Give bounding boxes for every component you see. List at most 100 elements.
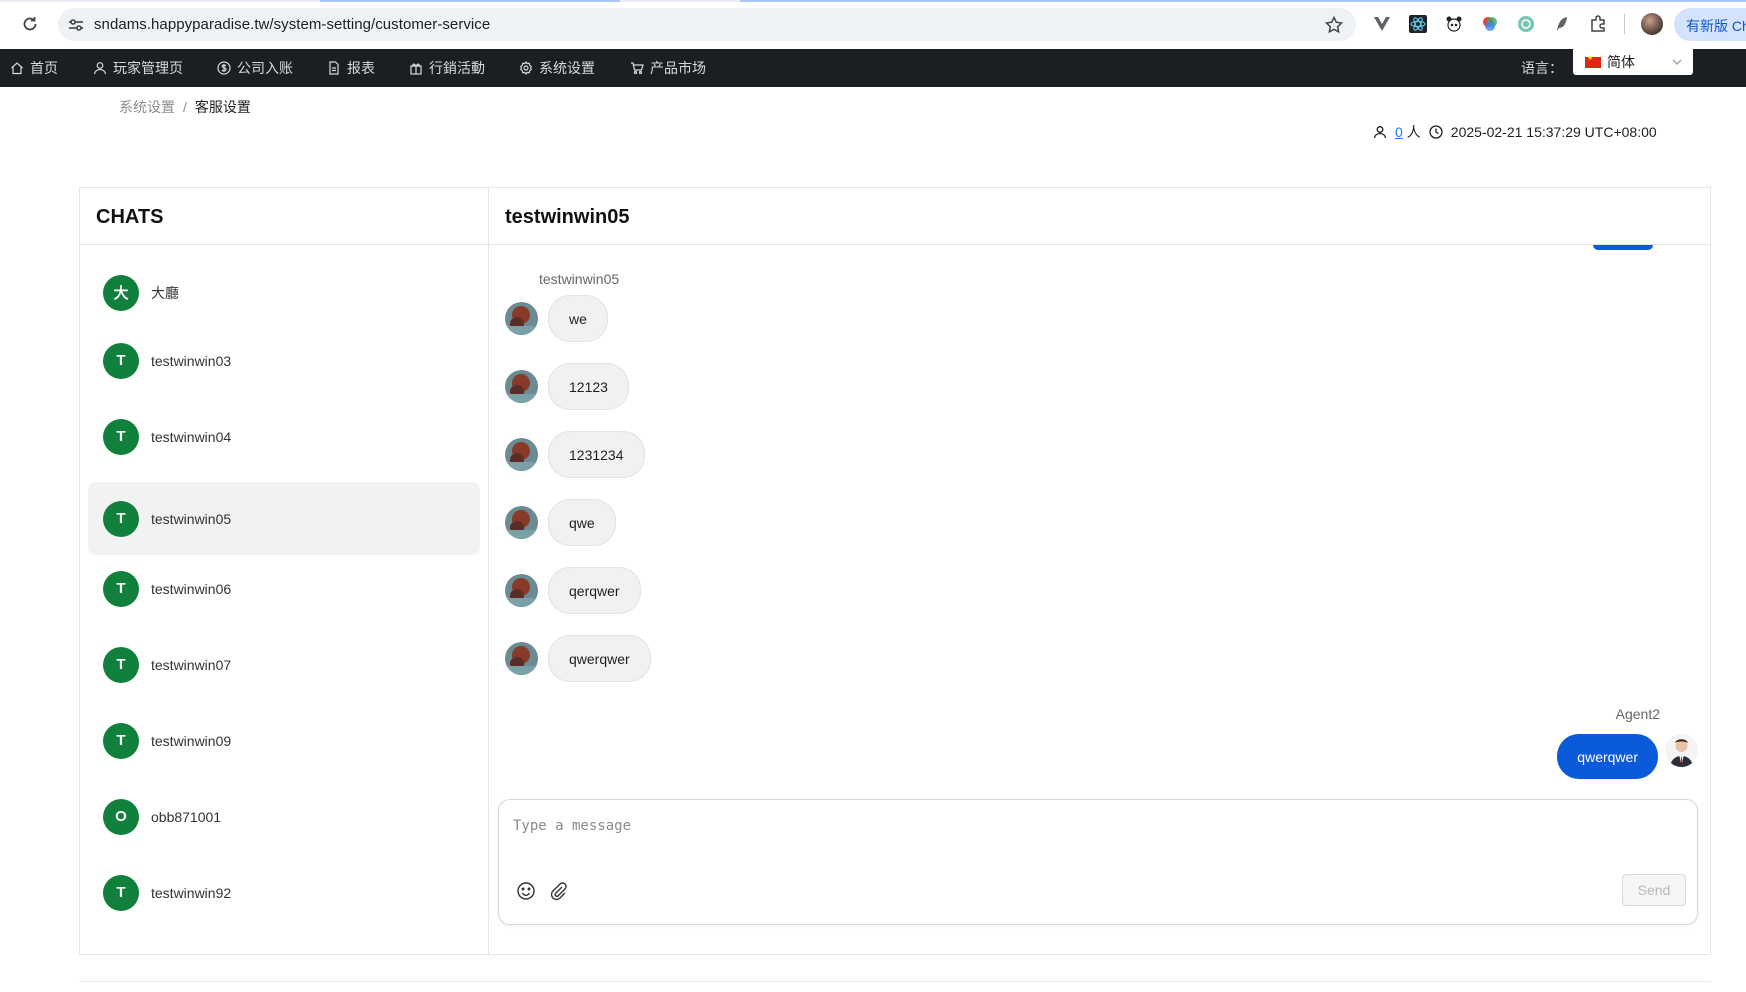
user-avatar — [505, 438, 538, 471]
url-text[interactable]: sndams.happyparadise.tw/system-setting/c… — [94, 16, 490, 33]
conversation-title: testwinwin05 — [489, 188, 1710, 245]
user-message: 1231234 — [505, 431, 645, 478]
chat-item[interactable]: T testwinwin04 — [88, 400, 480, 473]
avatar: T — [103, 418, 139, 455]
agent-avatar — [1665, 734, 1698, 767]
language-value: 简体 — [1607, 54, 1635, 70]
avatar: T — [103, 342, 139, 379]
chat-item-name: testwinwin92 — [151, 884, 232, 901]
vue-devtools-icon[interactable] — [1372, 14, 1392, 34]
chat-item[interactable]: O obb871001 — [88, 780, 480, 853]
send-button[interactable]: Send — [1622, 874, 1686, 906]
nav-item-marketing[interactable]: 行銷活動 — [409, 49, 485, 87]
nav-label: 玩家管理页 — [113, 60, 183, 76]
react-devtools-icon[interactable] — [1408, 14, 1428, 34]
page-divider — [79, 981, 1711, 982]
bookmark-star-icon[interactable] — [1324, 15, 1344, 35]
message-bubble: 1231234 — [548, 431, 645, 478]
dollar-circle-icon — [217, 61, 231, 75]
nav-label: 行銷活動 — [429, 60, 485, 76]
avatar: T — [103, 570, 139, 607]
clock-icon — [1429, 125, 1443, 139]
nav-label: 系统设置 — [539, 60, 595, 76]
gift-icon — [410, 63, 422, 75]
nav-label: 报表 — [347, 60, 375, 76]
conversation-panel: testwinwin05 testwinwin05 we 12123 12312… — [489, 188, 1710, 954]
file-icon — [329, 61, 339, 75]
gear-icon — [520, 61, 532, 75]
user-message: qerqwer — [505, 567, 641, 614]
nav-label: 公司入账 — [237, 60, 293, 76]
chat-item[interactable]: T testwinwin07 — [88, 628, 480, 701]
agent-name: Agent2 — [1615, 706, 1660, 722]
status-bar: 0 人 2025-02-21 15:37:29 UTC+08:00 — [1373, 122, 1657, 142]
avatar: O — [103, 798, 139, 835]
chats-title: CHATS — [80, 188, 488, 245]
breadcrumb-separator: / — [183, 99, 187, 115]
nav-item-reports[interactable]: 报表 — [327, 49, 375, 87]
chat-item[interactable]: 大 大廳 — [88, 256, 480, 329]
panda-extension-icon[interactable] — [1444, 14, 1464, 34]
cart-icon — [631, 62, 644, 75]
toolbar-divider — [1624, 14, 1625, 34]
user-avatar — [505, 370, 538, 403]
chat-item[interactable]: T testwinwin06 — [88, 552, 480, 625]
chat-item-active[interactable]: T testwinwin05 — [88, 482, 480, 555]
china-flag-icon — [1585, 54, 1601, 68]
paperclip-icon[interactable] — [547, 880, 569, 902]
avatar: 大 — [103, 274, 139, 311]
online-count-link[interactable]: 0 — [1395, 124, 1403, 140]
nav-label: 产品市场 — [650, 60, 706, 76]
message-bubble: qwe — [548, 499, 616, 546]
chat-item-name: testwinwin04 — [151, 428, 232, 445]
nav-item-system-settings[interactable]: 系统设置 — [519, 49, 595, 87]
user-icon — [1373, 126, 1387, 139]
loading-indicator — [0, 0, 1746, 2]
openai-extension-icon[interactable] — [1516, 14, 1536, 34]
emoji-icon[interactable] — [515, 880, 537, 902]
user-avatar — [505, 506, 538, 539]
message-input[interactable] — [513, 818, 1673, 858]
breadcrumb-parent[interactable]: 系统设置 — [119, 99, 175, 115]
nav-item-player-management[interactable]: 玩家管理页 — [93, 49, 183, 87]
message-bubble: qerqwer — [548, 567, 641, 614]
new-version-button[interactable]: 有新版 Ch — [1674, 8, 1746, 41]
chat-item[interactable]: T testwinwin03 — [88, 324, 480, 397]
message-bubble: qwerqwer — [548, 635, 651, 682]
online-unit: 人 — [1406, 124, 1421, 140]
user-icon — [93, 62, 107, 75]
chat-item[interactable]: T testwinwin92 — [88, 856, 480, 929]
chat-item[interactable]: T testwinwin09 — [88, 704, 480, 777]
chat-item-name: testwinwin05 — [151, 510, 232, 527]
avatar: T — [103, 874, 139, 911]
chat-item-name: testwinwin09 — [151, 732, 232, 749]
message-bubble: we — [548, 295, 608, 342]
color-picker-extension-icon[interactable] — [1480, 14, 1500, 34]
user-message: 12123 — [505, 363, 629, 410]
site-info-icon[interactable] — [66, 15, 86, 35]
reload-icon[interactable] — [20, 14, 40, 34]
feather-extension-icon[interactable] — [1552, 14, 1572, 34]
chevron-down-icon — [1672, 59, 1682, 65]
avatar: T — [103, 500, 139, 537]
nav-item-home[interactable]: 首页 — [10, 49, 58, 87]
message-bubble: 12123 — [548, 363, 629, 410]
nav-item-product-market[interactable]: 产品市场 — [630, 49, 706, 87]
chat-item-name: testwinwin07 — [151, 656, 232, 673]
language-label: 语言： — [1521, 60, 1563, 76]
profile-avatar[interactable] — [1641, 13, 1663, 35]
language-select[interactable]: 简体 — [1573, 49, 1693, 75]
chat-item-name: testwinwin03 — [151, 352, 232, 369]
nav-item-company-income[interactable]: 公司入账 — [217, 49, 293, 87]
chat-item-name: testwinwin06 — [151, 580, 232, 597]
user-avatar — [505, 574, 538, 607]
customer-service-chat: CHATS 大 大廳 T testwinwin03 T testwinwin04… — [79, 187, 1711, 955]
extensions-puzzle-icon[interactable] — [1588, 14, 1608, 34]
avatar: T — [103, 722, 139, 759]
top-navigation: 首页 玩家管理页 公司入账 报表 行銷活動 系统设置 产品市场 语言： — [0, 49, 1746, 87]
user-message: we — [505, 295, 608, 342]
user-avatar — [505, 302, 538, 335]
breadcrumb-current: 客服设置 — [194, 99, 251, 115]
address-bar[interactable]: sndams.happyparadise.tw/system-setting/c… — [58, 8, 1356, 41]
user-avatar — [505, 642, 538, 675]
